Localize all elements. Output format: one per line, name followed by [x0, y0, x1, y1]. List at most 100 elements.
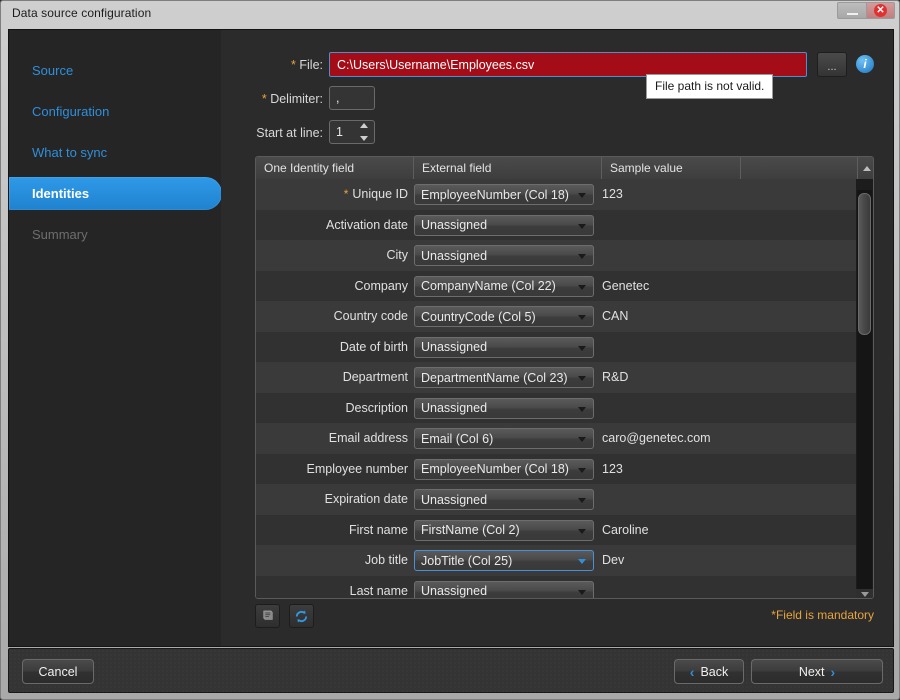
table-row[interactable]: Job title JobTitle (Col 25) Dev: [256, 545, 858, 576]
table-row[interactable]: *Unique IDEmployeeNumber (Col 18)123: [256, 179, 858, 210]
table-row[interactable]: Description Unassigned: [256, 393, 858, 424]
table-row[interactable]: CompanyCompanyName (Col 22)Genetec: [256, 271, 858, 302]
window-controls: ✕: [837, 2, 895, 19]
chevron-down-icon: [578, 285, 586, 290]
browse-button[interactable]: ...: [817, 52, 847, 77]
table-row[interactable]: Date of birth Unassigned: [256, 332, 858, 363]
table-row[interactable]: Country codeCountryCode (Col 5)CAN: [256, 301, 858, 332]
identity-field-label: Activation date: [256, 210, 408, 241]
sample-value: Dev: [602, 545, 624, 576]
external-field-value: Email (Col 6): [421, 432, 493, 446]
next-button[interactable]: Next ›: [751, 659, 883, 684]
identity-field-name: City: [386, 248, 408, 262]
file-label: * File:: [231, 58, 323, 72]
identity-field-label: Country code: [256, 301, 408, 332]
grid-vertical-scrollbar[interactable]: [856, 179, 873, 599]
identity-field-name: Employee number: [307, 462, 408, 476]
chevron-down-icon: [578, 529, 586, 534]
identity-field-name: Expiration date: [325, 492, 408, 506]
external-field-dropdown[interactable]: Unassigned: [414, 398, 594, 419]
external-field-dropdown[interactable]: Unassigned: [414, 489, 594, 510]
script-button[interactable]: [255, 604, 280, 628]
close-icon: ✕: [874, 4, 887, 17]
sidebar-item-label: Summary: [32, 227, 88, 242]
identity-field-label: First name: [256, 515, 408, 546]
table-row[interactable]: Employee number EmployeeNumber (Col 18) 12…: [256, 454, 858, 485]
external-field-dropdown[interactable]: EmployeeNumber (Col 18): [414, 459, 594, 480]
caret-down-icon: [861, 592, 869, 597]
scrollbar-thumb[interactable]: [858, 193, 871, 335]
chevron-down-icon: [578, 193, 586, 198]
sidebar-item-identities[interactable]: Identities: [9, 177, 222, 210]
external-field-dropdown[interactable]: Email (Col 6): [414, 428, 594, 449]
back-button[interactable]: ‹ Back: [674, 659, 744, 684]
identity-field-name: Description: [345, 401, 408, 415]
minimize-button[interactable]: [837, 2, 866, 19]
window-title: Data source configuration: [12, 6, 151, 20]
table-row[interactable]: Expiration date Unassigned: [256, 484, 858, 515]
grid-header-external-field[interactable]: External field: [414, 157, 602, 179]
chevron-down-icon: [578, 254, 586, 259]
refresh-icon: [294, 609, 309, 624]
external-field-dropdown[interactable]: FirstName (Col 2): [414, 520, 594, 541]
table-row[interactable]: Activation date Unassigned: [256, 210, 858, 241]
sidebar-item-source[interactable]: Source: [9, 54, 221, 87]
start-at-line-stepper[interactable]: [359, 123, 370, 141]
table-row[interactable]: DepartmentDepartmentName (Col 23)R&D: [256, 362, 858, 393]
chevron-up-icon: [360, 123, 368, 128]
identity-field-name: Unique ID: [352, 187, 408, 201]
identity-field-label: Description: [256, 393, 408, 424]
external-field-dropdown[interactable]: Unassigned: [414, 215, 594, 236]
external-field-dropdown[interactable]: Unassigned: [414, 245, 594, 266]
delimiter-label: * Delimiter:: [231, 92, 323, 106]
chevron-right-icon: ›: [831, 665, 836, 679]
sidebar-item-label: What to sync: [32, 145, 107, 160]
identity-field-label: Department: [256, 362, 408, 393]
grid-header-scroll-cap: [858, 157, 874, 179]
dialog-body: Source Configuration What to sync Identi…: [8, 29, 894, 647]
grid-header-sample-value[interactable]: Sample value: [602, 157, 741, 179]
wizard-sidebar: Source Configuration What to sync Identi…: [9, 30, 222, 646]
chevron-down-icon: [360, 136, 368, 141]
identity-field-name: Activation date: [326, 218, 408, 232]
start-at-line-label: Start at line:: [231, 126, 323, 140]
identity-field-name: Date of birth: [340, 340, 408, 354]
refresh-button[interactable]: [289, 604, 314, 628]
sidebar-item-configuration[interactable]: Configuration: [9, 95, 221, 128]
table-row[interactable]: First nameFirstName (Col 2)Caroline: [256, 515, 858, 546]
external-field-dropdown[interactable]: EmployeeNumber (Col 18): [414, 184, 594, 205]
chevron-down-icon: [578, 346, 586, 351]
external-field-dropdown[interactable]: CompanyName (Col 22): [414, 276, 594, 297]
sample-value: 123: [602, 454, 623, 485]
identity-field-label: Email address: [256, 423, 408, 454]
external-field-dropdown[interactable]: Unassigned: [414, 581, 594, 600]
sample-value: Genetec: [602, 271, 649, 302]
cancel-button[interactable]: Cancel: [22, 659, 94, 684]
sidebar-item-summary: Summary: [9, 218, 221, 251]
info-icon[interactable]: i: [856, 55, 874, 73]
external-field-value: Unassigned: [421, 249, 487, 263]
external-field-value: Unassigned: [421, 340, 487, 354]
chevron-down-icon: [578, 224, 586, 229]
mandatory-note: *Field is mandatory: [771, 608, 874, 622]
table-row[interactable]: Email addressEmail (Col 6)caro@genetec.c…: [256, 423, 858, 454]
table-row[interactable]: City Unassigned: [256, 240, 858, 271]
identity-field-name: Job title: [365, 553, 408, 567]
chevron-down-icon: [578, 437, 586, 442]
grid-header-one-identity-field[interactable]: One Identity field: [256, 157, 414, 179]
required-marker: *: [344, 187, 349, 201]
external-field-dropdown[interactable]: DepartmentName (Col 23): [414, 367, 594, 388]
chevron-down-icon: [578, 468, 586, 473]
external-field-dropdown[interactable]: JobTitle (Col 25): [414, 550, 594, 571]
external-field-dropdown[interactable]: Unassigned: [414, 337, 594, 358]
identity-field-name: Country code: [334, 309, 408, 323]
chevron-down-icon: [578, 559, 586, 564]
sidebar-item-label: Source: [32, 63, 73, 78]
table-row[interactable]: Last nameUnassigned: [256, 576, 858, 600]
external-field-dropdown[interactable]: CountryCode (Col 5): [414, 306, 594, 327]
delimiter-input[interactable]: [329, 86, 375, 110]
scroll-down-button[interactable]: [856, 589, 873, 599]
sidebar-item-what-to-sync[interactable]: What to sync: [9, 136, 221, 169]
grid-header-spacer[interactable]: [741, 157, 858, 179]
close-button[interactable]: ✕: [866, 2, 895, 19]
